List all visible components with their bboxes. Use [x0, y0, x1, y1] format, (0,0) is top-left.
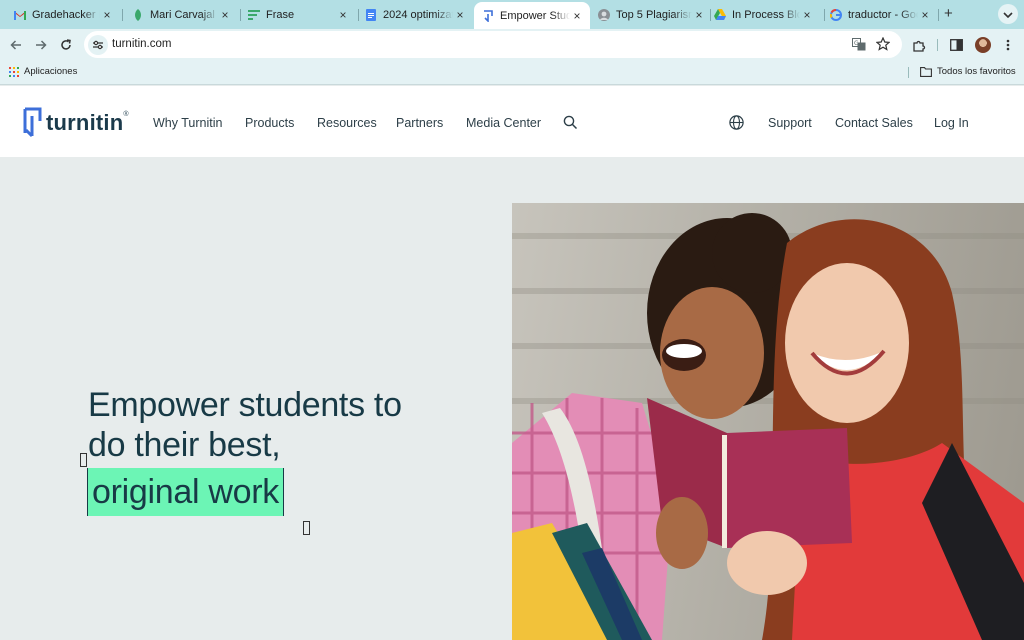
tab-title: In Process Blogs — [732, 8, 800, 21]
tab-search-button[interactable] — [998, 4, 1018, 24]
avatar-icon — [598, 8, 610, 21]
docs-icon — [365, 8, 377, 21]
browser-tab[interactable]: Top 5 Plagiarism × — [590, 3, 712, 26]
url-text[interactable]: turnitin.com — [112, 38, 171, 50]
drive-icon — [714, 9, 726, 21]
close-tab-icon[interactable]: × — [100, 8, 114, 22]
browser-tab[interactable]: traductor - Goog × — [816, 3, 938, 26]
globe-icon[interactable] — [729, 115, 744, 135]
chevron-down-icon — [1003, 5, 1013, 23]
bookmark-star-icon[interactable] — [875, 36, 891, 56]
new-tab-button[interactable]: + — [944, 5, 953, 22]
tab-title: 2024 optimizati — [383, 8, 453, 21]
nav-contact-sales[interactable]: Contact Sales — [835, 116, 913, 130]
kebab-menu-icon — [1006, 39, 1010, 51]
browser-menu-button[interactable] — [999, 36, 1017, 54]
puzzle-icon — [912, 40, 925, 52]
close-tab-icon[interactable]: × — [336, 8, 350, 22]
browser-tab[interactable]: Mari Carvajal Ta × — [118, 3, 238, 26]
apps-grid-icon — [9, 66, 19, 77]
tab-title: Mari Carvajal Ta — [150, 8, 218, 21]
hero-section: Empower students to do their best, origi… — [0, 157, 1024, 640]
hero-highlight-wrap: original work — [87, 468, 284, 518]
turnitin-icon — [482, 9, 494, 22]
profile-avatar[interactable] — [975, 37, 991, 53]
nav-media-center[interactable]: Media Center — [466, 116, 541, 130]
nav-partners[interactable]: Partners — [396, 116, 443, 130]
text-cursor-end — [303, 521, 310, 535]
arrow-right-icon — [36, 40, 47, 50]
close-tab-icon[interactable]: × — [218, 8, 232, 22]
leaf-icon — [132, 8, 144, 21]
arrow-left-icon — [10, 40, 21, 50]
tab-title: traductor - Goog — [848, 8, 918, 21]
side-panel-button[interactable] — [947, 36, 965, 54]
bookmark-all-favorites[interactable]: Todos los favoritos — [920, 66, 1016, 77]
translate-icon[interactable]: G — [852, 38, 866, 56]
turnitin-logo[interactable]: turnitin ® — [22, 107, 129, 138]
tune-icon — [93, 40, 103, 50]
hero-heading-line-2: do their best, — [88, 426, 281, 464]
extensions-button[interactable] — [910, 36, 928, 54]
browser-tab[interactable]: Gradehacker Ma × — [0, 3, 120, 26]
text-cursor-start — [80, 453, 87, 467]
browser-tab[interactable]: 2024 optimizati × — [351, 3, 473, 26]
site-header: turnitin ® Why Turnitin Products Resourc… — [0, 86, 1024, 157]
tab-title: Frase — [266, 8, 295, 21]
toolbar-separator — [937, 39, 938, 51]
logo-trademark: ® — [123, 111, 129, 118]
bookmark-apps[interactable]: Aplicaciones — [9, 66, 77, 77]
browser-tab-active[interactable]: Empower Studen × — [474, 2, 590, 29]
nav-support[interactable]: Support — [768, 116, 812, 130]
hero-heading: Empower students to do their best, — [88, 385, 488, 465]
reload-button[interactable] — [57, 36, 75, 54]
turnitin-logo-icon — [22, 107, 42, 138]
bookmark-separator — [908, 67, 909, 78]
address-bar[interactable]: turnitin.com G — [84, 31, 902, 58]
nav-log-in[interactable]: Log In — [934, 116, 969, 130]
nav-products[interactable]: Products — [245, 116, 294, 130]
site-info-button[interactable] — [88, 35, 108, 55]
tab-separator — [938, 9, 939, 21]
hero-heading-line-1: Empower students to — [88, 386, 402, 424]
folder-icon — [920, 66, 932, 77]
hero-photo — [512, 203, 1024, 640]
nav-why-turnitin[interactable]: Why Turnitin — [153, 116, 222, 130]
browser-tab[interactable]: In Process Blogs × — [700, 3, 820, 26]
browser-tab[interactable]: Frase × — [234, 3, 356, 26]
hero-highlight-text: original work — [87, 468, 284, 516]
svg-text:G: G — [854, 40, 859, 47]
close-tab-icon[interactable]: × — [800, 8, 814, 22]
frase-icon — [248, 9, 260, 21]
back-button[interactable] — [7, 36, 25, 54]
tab-title: Gradehacker Ma — [32, 8, 100, 21]
bookmark-apps-label: Aplicaciones — [24, 66, 78, 77]
side-panel-icon — [949, 39, 963, 51]
students-reading-illustration — [512, 213, 1024, 640]
logo-wordmark: turnitin — [46, 109, 124, 135]
close-tab-icon[interactable]: × — [570, 9, 584, 23]
tab-title: Empower Studen — [500, 9, 570, 22]
nav-resources[interactable]: Resources — [317, 116, 377, 130]
forward-button[interactable] — [32, 36, 50, 54]
bookmark-all-label: Todos los favoritos — [937, 66, 1016, 77]
google-icon — [830, 8, 842, 21]
browser-toolbar: turnitin.com G — [0, 29, 1024, 60]
tab-strip: Gradehacker Ma × Mari Carvajal Ta × Fras… — [0, 0, 1024, 29]
gmail-icon — [14, 9, 26, 21]
close-tab-icon[interactable]: × — [453, 8, 467, 22]
bookmarks-bar: Aplicaciones Todos los favoritos — [0, 60, 1024, 85]
tab-title: Top 5 Plagiarism — [616, 8, 692, 21]
reload-icon — [61, 39, 71, 50]
close-tab-icon[interactable]: × — [918, 8, 932, 22]
search-icon[interactable] — [563, 115, 578, 135]
